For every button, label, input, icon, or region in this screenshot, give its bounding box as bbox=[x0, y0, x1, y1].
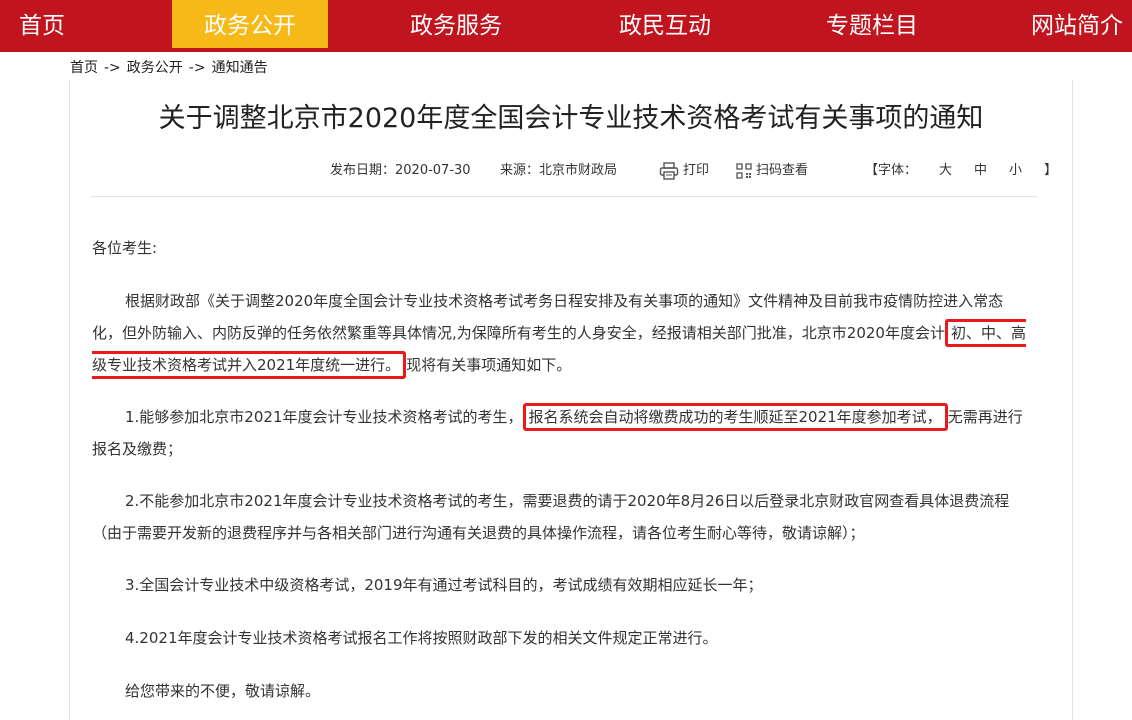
nav-item-site-intro[interactable]: 网站简介 bbox=[1022, 0, 1132, 48]
paragraph-item-3: 3.全国会计专业技术中级资格考试，2019年有通过考试科目的，考试成绩有效期相应… bbox=[125, 576, 763, 594]
article-source: 来源：北京市财政局 bbox=[500, 160, 617, 182]
article-title: 关于调整北京市2020年度全国会计专业技术资格考试有关事项的通知 bbox=[158, 103, 984, 134]
qr-code-icon bbox=[736, 163, 752, 179]
print-label: 打印 bbox=[683, 163, 710, 178]
font-size-close: 】 bbox=[1044, 163, 1058, 178]
paragraph-intro: 根据财政部《关于调整2020年度全国会计专业技术资格考试考务日程安排及有关事项的… bbox=[92, 285, 1032, 381]
nav-item-citizen-interaction[interactable]: 政民互动 bbox=[587, 0, 743, 48]
article-panel: 关于调整北京市2020年度全国会计专业技术资格考试有关事项的通知 发布日期：20… bbox=[69, 80, 1073, 720]
breadcrumb-home[interactable]: 首页 bbox=[70, 60, 98, 76]
scan-qr-button[interactable]: 扫码查看 bbox=[736, 160, 808, 182]
paragraph-item-4: 4.2021年度会计专业技术资格考试报名工作将按照财政部下发的相关文件规定正常进… bbox=[125, 629, 718, 647]
top-nav: 首页 政务公开 政务服务 政民互动 专题栏目 网站简介 bbox=[0, 0, 1132, 52]
paragraph-item-1: 1.能够参加北京市2021年度会计专业技术资格考试的考生， 报名系统会自动将缴费成… bbox=[92, 401, 1032, 465]
paragraph-intro-text: 根据财政部《关于调整2020年度全国会计专业技术资格考试考务日程安排及有关事项的… bbox=[92, 292, 1004, 342]
breadcrumb-separator: -> bbox=[104, 60, 121, 76]
source-value: 北京市财政局 bbox=[539, 163, 618, 178]
paragraph-item-1-text: 1.能够参加北京市2021年度会计专业技术资格考试的考生， bbox=[125, 408, 523, 426]
breadcrumb-notices[interactable]: 通知通告 bbox=[212, 60, 268, 76]
breadcrumb: 首页 -> 政务公开 -> 通知通告 bbox=[70, 57, 268, 77]
paragraph-intro-tail: 现将有关事项通知如下。 bbox=[406, 356, 572, 374]
printer-icon bbox=[659, 162, 679, 180]
nav-item-special-topics[interactable]: 专题栏目 bbox=[794, 0, 950, 48]
font-size-control: 【字体： 大中小 】 bbox=[865, 160, 1057, 182]
paragraph-closing: 给您带来的不便，敬请谅解。 bbox=[125, 682, 321, 700]
breadcrumb-separator: -> bbox=[188, 60, 206, 76]
nav-item-government-affairs[interactable]: 政务公开 bbox=[172, 0, 328, 48]
font-size-medium[interactable]: 中 bbox=[974, 160, 987, 182]
greeting: 各位考生: bbox=[92, 239, 158, 257]
paragraph-item-2: 2.不能参加北京市2021年度会计专业技术资格考试的考生，需要退费的请于2020… bbox=[92, 492, 1010, 542]
highlight-auto-defer: 报名系统会自动将缴费成功的考生顺延至2021年度参加考试， bbox=[522, 403, 948, 431]
publish-date-label: 发布日期： bbox=[330, 163, 396, 178]
font-size-large[interactable]: 大 bbox=[939, 160, 952, 182]
divider bbox=[90, 196, 1038, 197]
nav-item-government-services[interactable]: 政务服务 bbox=[378, 0, 534, 48]
source-label: 来源： bbox=[500, 163, 540, 178]
publish-date: 发布日期：2020-07-30 bbox=[330, 160, 471, 182]
print-button[interactable]: 打印 bbox=[659, 160, 709, 182]
font-size-open: 【字体： bbox=[865, 163, 918, 178]
breadcrumb-government-affairs[interactable]: 政务公开 bbox=[127, 60, 183, 76]
font-size-small[interactable]: 小 bbox=[1009, 160, 1022, 182]
publish-date-value: 2020-07-30 bbox=[395, 163, 471, 178]
scan-label: 扫码查看 bbox=[756, 163, 809, 178]
nav-item-home[interactable]: 首页 bbox=[0, 0, 84, 48]
